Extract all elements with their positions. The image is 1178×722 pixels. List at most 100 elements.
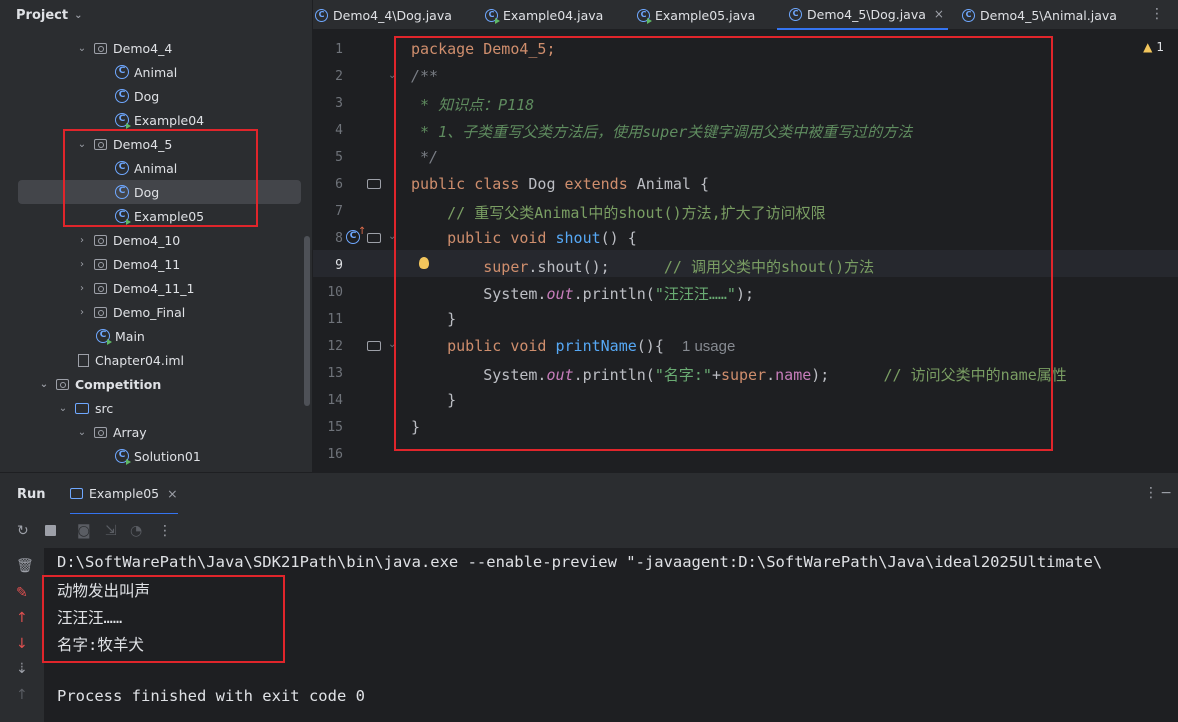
tree-item-array[interactable]: ⌄ Array [76, 420, 147, 444]
project-scrollbar[interactable] [304, 236, 310, 406]
class-icon: C [115, 65, 129, 79]
close-icon[interactable]: × [934, 7, 944, 21]
tab-label: Example04.java [503, 7, 604, 23]
more-options-icon[interactable]: ⋮ [1144, 485, 1158, 501]
tree-item-demo4-4[interactable]: ⌄ Demo4_4 [76, 36, 173, 60]
tree-item-label: Demo4_11_1 [113, 280, 195, 296]
tree-item-label: Solution01 [134, 448, 201, 464]
highlight-box-code [394, 36, 1053, 451]
profiler-icon[interactable]: ◔ [130, 523, 142, 539]
line-number: 8 [335, 231, 343, 246]
project-panel: Project ⌄ ⌄ Demo4_4 C Animal C Dog C Example… [0, 0, 313, 472]
package-icon [94, 258, 107, 270]
package-icon [94, 306, 107, 318]
highlight-box-output [42, 575, 285, 663]
tree-item-dog[interactable]: C Dog [115, 84, 159, 108]
tree-item-competition[interactable]: ⌄ Competition [38, 372, 161, 396]
more-actions-icon[interactable]: ⋮ [158, 523, 172, 539]
line-number: 7 [335, 204, 343, 219]
line-number: 1 [335, 42, 343, 57]
inspection-widget[interactable]: ▲ 1 [1143, 40, 1164, 54]
tree-item-label: Demo_Final [113, 304, 186, 320]
highlight-box-demo4-5 [63, 129, 258, 227]
tree-item-demo-final[interactable]: › Demo_Final [76, 300, 185, 324]
warning-count: 1 [1156, 40, 1164, 54]
chevron-right-icon[interactable]: › [76, 259, 88, 270]
tree-item-label: Demo4_11 [113, 256, 181, 272]
arrow-down-icon[interactable]: ↓ [16, 636, 28, 652]
structure-icon[interactable] [367, 341, 381, 351]
package-icon [94, 426, 107, 438]
tab-demo4-5-animal[interactable]: C Demo4_5\Animal.java [962, 0, 1117, 30]
class-icon: C [115, 89, 129, 103]
tab-demo4-5-dog-active[interactable]: C Demo4_5\Dog.java × [777, 0, 948, 30]
console-side-toolbar: 🗑 ✎ ↑ ↓ ⇣ ↑ [0, 548, 44, 722]
run-panel-title: Run [17, 487, 46, 502]
tree-item-label: Array [113, 424, 147, 440]
close-icon[interactable]: × [167, 486, 177, 501]
structure-icon[interactable] [367, 233, 381, 243]
chevron-down-icon[interactable]: ⌄ [57, 403, 69, 414]
tab-label: Demo4_5\Dog.java [807, 6, 926, 22]
arrow-up-icon[interactable]: ↑ [16, 610, 28, 626]
camera-icon[interactable]: ◙ [77, 523, 91, 539]
project-title: Project [16, 7, 69, 23]
runnable-class-icon: C [485, 8, 500, 24]
chevron-right-icon[interactable]: › [76, 283, 88, 294]
stop-icon[interactable] [45, 525, 56, 536]
warning-icon: ▲ [1143, 40, 1153, 54]
tree-item-main[interactable]: C Main [96, 324, 145, 348]
tab-example05[interactable]: C Example05.java [637, 0, 755, 30]
package-icon [94, 282, 107, 294]
chevron-right-icon[interactable]: › [76, 235, 88, 246]
line-number: 5 [335, 150, 343, 165]
run-panel-header: Run Example05 × ⋮ − [0, 472, 1178, 515]
clear-icon[interactable]: ✎ [16, 585, 28, 601]
line-number: 4 [335, 123, 343, 138]
chevron-right-icon[interactable]: › [76, 307, 88, 318]
line-number: 12 [327, 339, 343, 354]
line-number: 11 [327, 312, 343, 327]
line-number: 9 [335, 258, 343, 273]
run-tab-example05[interactable]: Example05 × [70, 473, 178, 515]
runnable-class-icon: C [115, 449, 131, 465]
editor-tabs: C Demo4_4\Dog.java C Example04.java C Examp… [313, 0, 1178, 30]
tree-item-demo4-11-1[interactable]: › Demo4_11_1 [76, 276, 194, 300]
class-icon: C [315, 8, 328, 22]
trash-icon[interactable]: 🗑 [16, 558, 34, 574]
tree-item-label: Dog [134, 88, 160, 104]
sort-icon[interactable]: ⇣ [16, 661, 28, 677]
tree-item-label: Demo4_4 [113, 40, 173, 56]
structure-icon[interactable] [367, 179, 381, 189]
tree-item-chapter04-iml[interactable]: Chapter04.iml [78, 348, 184, 372]
chevron-down-icon[interactable]: ⌄ [76, 43, 88, 54]
tree-item-label: Example04 [134, 112, 205, 128]
rerun-icon[interactable]: ↻ [17, 523, 29, 539]
tree-item-label: Demo4_10 [113, 232, 181, 248]
tree-item-label: Competition [75, 376, 162, 392]
console-icon [70, 487, 83, 499]
minimize-icon[interactable]: − [1160, 485, 1172, 501]
project-panel-header[interactable]: Project ⌄ [0, 0, 312, 30]
runnable-class-icon: C [637, 8, 652, 24]
import-icon[interactable]: ⇲ [105, 523, 117, 539]
tab-demo4-4-dog[interactable]: C Demo4_4\Dog.java [315, 0, 452, 30]
tree-item-demo4-10[interactable]: › Demo4_10 [76, 228, 180, 252]
more-tabs-icon[interactable]: ⋮ [1150, 6, 1164, 22]
tree-item-solution01[interactable]: C Solution01 [115, 444, 201, 468]
tab-example04[interactable]: C Example04.java [485, 0, 603, 30]
line-number: 16 [327, 447, 343, 462]
line-number: 10 [327, 285, 343, 300]
tree-item-src[interactable]: ⌄ src [57, 396, 113, 420]
tree-item-animal[interactable]: C Animal [115, 60, 177, 84]
chevron-down-icon[interactable]: ⌄ [74, 10, 82, 21]
chevron-down-icon[interactable]: ⌄ [38, 379, 50, 390]
scroll-up-icon[interactable]: ↑ [16, 687, 28, 703]
line-number: 6 [335, 177, 343, 192]
line-number: 3 [335, 96, 343, 111]
tree-item-label: Chapter04.iml [95, 352, 184, 368]
package-icon [94, 42, 107, 54]
chevron-down-icon[interactable]: ⌄ [76, 427, 88, 438]
tree-item-demo4-11[interactable]: › Demo4_11 [76, 252, 180, 276]
console-line: D:\SoftWarePath\Java\SDK21Path\bin\java.… [57, 553, 1103, 571]
